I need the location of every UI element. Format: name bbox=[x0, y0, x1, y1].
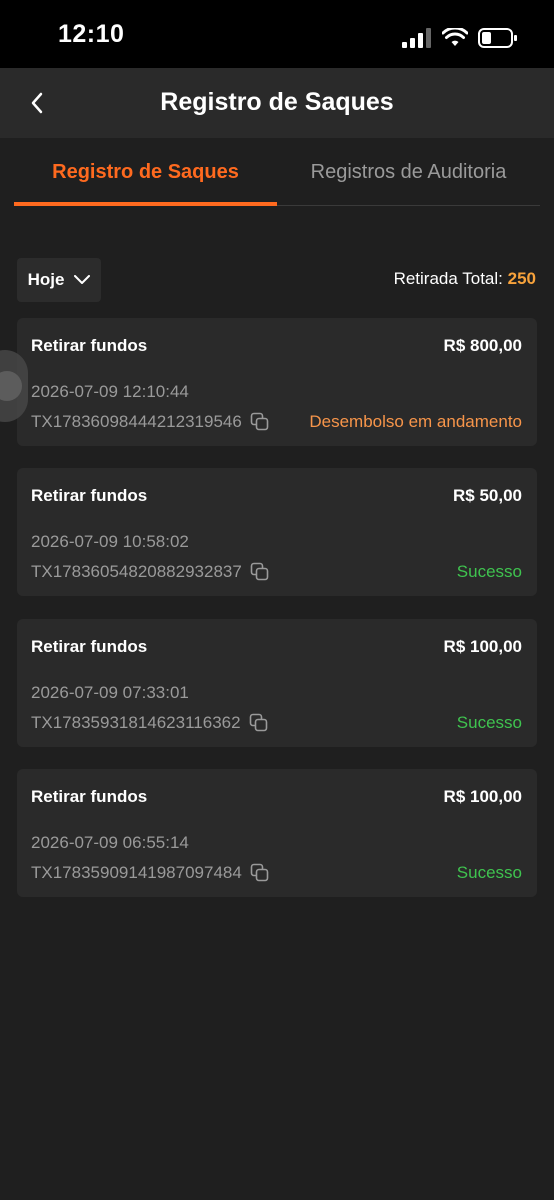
tab-registros-de-auditoria[interactable]: Registros de Auditoria bbox=[277, 138, 540, 206]
record-transaction-id: TX17835931814623116362 bbox=[31, 713, 269, 733]
date-filter-dropdown[interactable]: Hoje bbox=[17, 258, 101, 302]
record-status: Sucesso bbox=[456, 863, 522, 882]
record-datetime: 2026-07-09 06:55:14 bbox=[31, 833, 189, 852]
record-transaction-id: TX17836054820882932837 bbox=[31, 562, 270, 582]
record-transaction-id: TX17835909141987097484 bbox=[31, 863, 270, 883]
record-status: Desembolso em andamento bbox=[309, 412, 522, 431]
record-amount: R$ 50,00 bbox=[453, 486, 522, 505]
copy-icon[interactable] bbox=[249, 713, 269, 733]
record-title: Retirar fundos bbox=[31, 486, 148, 505]
wifi-icon bbox=[442, 28, 468, 46]
record-title: Retirar fundos bbox=[31, 336, 148, 355]
total-withdrawal: Retirada Total: 250 bbox=[394, 269, 536, 289]
page-title: Registro de Saques bbox=[160, 88, 394, 116]
total-value: 250 bbox=[507, 269, 536, 288]
withdrawal-record[interactable]: Retirar fundos R$ 100,00 2026-07-09 07:3… bbox=[17, 619, 537, 747]
record-status: Sucesso bbox=[456, 713, 522, 732]
record-datetime: 2026-07-09 07:33:01 bbox=[31, 683, 189, 702]
record-amount: R$ 100,00 bbox=[443, 637, 522, 656]
record-amount: R$ 100,00 bbox=[443, 787, 522, 806]
total-label: Retirada Total: bbox=[393, 269, 503, 288]
tab-bar: Registro de Saques Registros de Auditori… bbox=[0, 138, 554, 206]
floating-assist-dot bbox=[0, 371, 22, 401]
copy-icon[interactable] bbox=[250, 412, 270, 432]
record-datetime: 2026-07-09 12:10:44 bbox=[31, 382, 189, 401]
record-title: Retirar fundos bbox=[31, 787, 148, 806]
date-filter-value: Hoje bbox=[27, 270, 65, 289]
floating-assist-button[interactable] bbox=[0, 350, 28, 422]
active-tab-indicator bbox=[14, 202, 277, 206]
record-datetime: 2026-07-09 10:58:02 bbox=[31, 532, 189, 551]
copy-icon[interactable] bbox=[250, 863, 270, 883]
app-header: Registro de Saques bbox=[0, 68, 554, 138]
record-tx-text: TX17836098444212319546 bbox=[31, 412, 242, 431]
tab-registro-de-saques[interactable]: Registro de Saques bbox=[14, 138, 277, 206]
withdrawal-record[interactable]: Retirar fundos R$ 800,00 2026-07-09 12:1… bbox=[17, 318, 537, 446]
status-bar: 12:10 bbox=[0, 0, 554, 68]
status-time: 12:10 bbox=[58, 20, 125, 48]
record-status: Sucesso bbox=[456, 562, 522, 581]
record-tx-text: TX17835931814623116362 bbox=[31, 713, 241, 732]
record-tx-text: TX17835909141987097484 bbox=[31, 863, 242, 882]
record-tx-text: TX17836054820882932837 bbox=[31, 562, 242, 581]
chevron-down-icon bbox=[74, 275, 91, 284]
withdrawal-record[interactable]: Retirar fundos R$ 100,00 2026-07-09 06:5… bbox=[17, 769, 537, 897]
battery-icon bbox=[478, 28, 517, 48]
record-title: Retirar fundos bbox=[31, 637, 148, 656]
cellular-signal-icon bbox=[402, 28, 431, 48]
copy-icon[interactable] bbox=[250, 562, 270, 582]
withdrawal-record[interactable]: Retirar fundos R$ 50,00 2026-07-09 10:58… bbox=[17, 468, 537, 596]
record-transaction-id: TX17836098444212319546 bbox=[31, 412, 270, 432]
status-icons bbox=[402, 24, 518, 52]
record-amount: R$ 800,00 bbox=[443, 336, 522, 355]
